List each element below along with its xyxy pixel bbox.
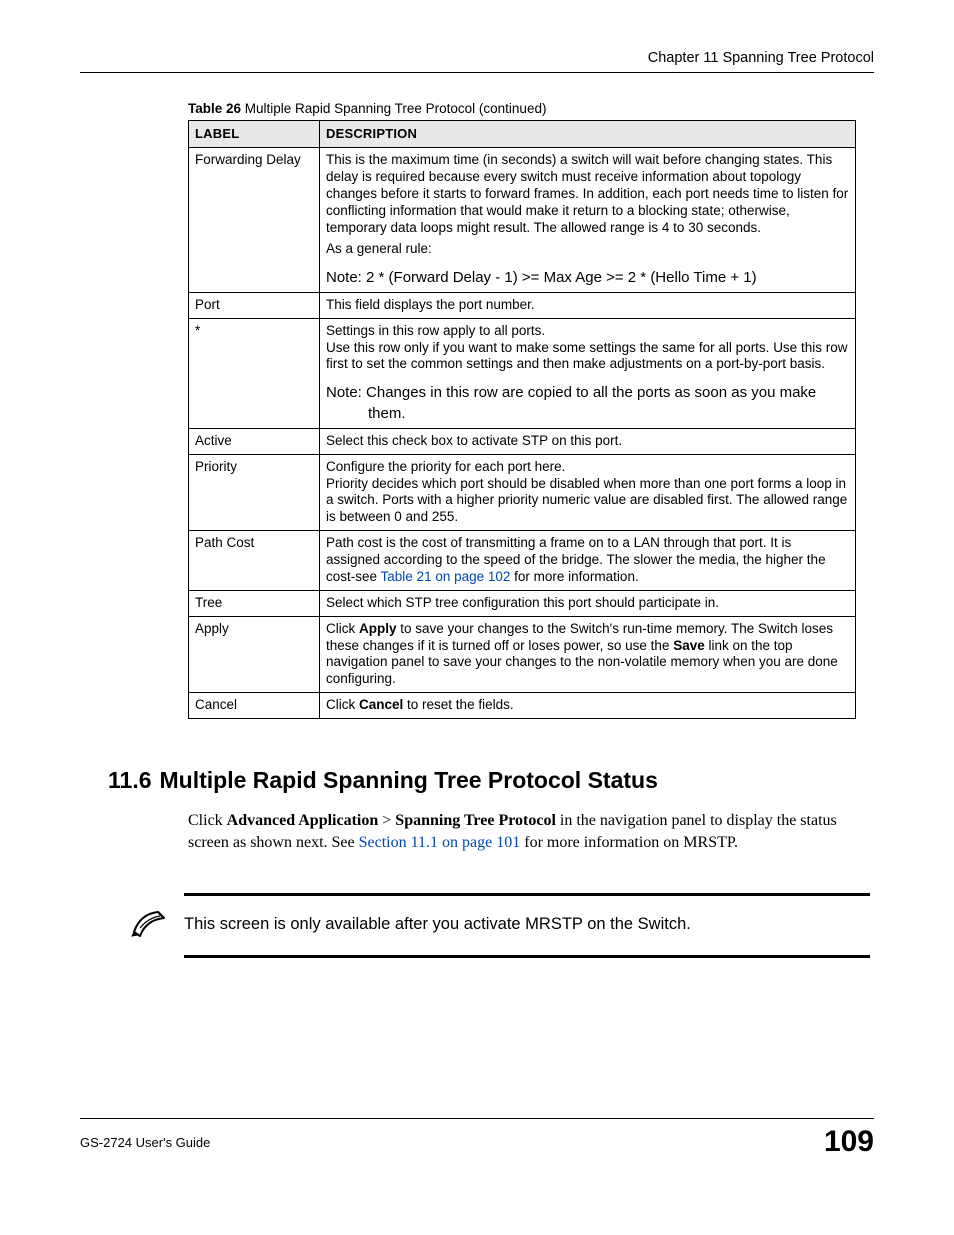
row-label: * — [189, 318, 320, 428]
row-label: Priority — [189, 454, 320, 531]
table-row: Cancel Click Cancel to reset the fields. — [189, 693, 856, 719]
row-note: Note: 2 * (Forward Delay - 1) >= Max Age… — [326, 268, 849, 288]
row-desc: Select this check box to activate STP on… — [320, 428, 856, 454]
note-block: This screen is only available after you … — [130, 893, 870, 958]
table-row: Tree Select which STP tree configuration… — [189, 590, 856, 616]
table-caption-bold: Table 26 — [188, 101, 241, 116]
note-icon — [130, 906, 172, 943]
row-desc: This is the maximum time (in seconds) a … — [320, 148, 856, 293]
table-caption-rest: Multiple Rapid Spanning Tree Protocol (c… — [241, 101, 546, 116]
table-header-row: Label Description — [189, 121, 856, 148]
page-header: Chapter 11 Spanning Tree Protocol — [80, 50, 874, 73]
table-row: Active Select this check box to activate… — [189, 428, 856, 454]
page-footer: GS-2724 User's Guide 109 — [80, 1118, 874, 1159]
col-label: Label — [189, 121, 320, 148]
chapter-title: Chapter 11 Spanning Tree Protocol — [648, 50, 874, 66]
table-row: Path Cost Path cost is the cost of trans… — [189, 531, 856, 591]
section-title: Multiple Rapid Spanning Tree Protocol St… — [160, 767, 658, 793]
table-row: Priority Configure the priority for each… — [189, 454, 856, 531]
description-table: Label Description Forwarding Delay This … — [188, 120, 856, 719]
cross-ref-link[interactable]: Table 21 on page 102 — [381, 569, 511, 584]
row-desc: Path cost is the cost of transmitting a … — [320, 531, 856, 591]
row-desc: Click Cancel to reset the fields. — [320, 693, 856, 719]
note-bar-bottom — [184, 955, 870, 958]
table-caption: Table 26 Multiple Rapid Spanning Tree Pr… — [188, 101, 874, 116]
row-desc: Click Apply to save your changes to the … — [320, 616, 856, 693]
row-label: Apply — [189, 616, 320, 693]
col-description: Description — [320, 121, 856, 148]
table-row: Port This field displays the port number… — [189, 292, 856, 318]
body-paragraph: Click Advanced Application > Spanning Tr… — [188, 810, 856, 853]
section-number: 11.6 — [108, 767, 152, 793]
section-heading: 11.6 Multiple Rapid Spanning Tree Protoco… — [108, 767, 874, 794]
row-desc: Select which STP tree configuration this… — [320, 590, 856, 616]
table-row: * Settings in this row apply to all port… — [189, 318, 856, 428]
table-row: Forwarding Delay This is the maximum tim… — [189, 148, 856, 293]
row-label: Port — [189, 292, 320, 318]
cross-ref-link[interactable]: Section 11.1 on page 101 — [359, 834, 521, 851]
row-label: Tree — [189, 590, 320, 616]
row-label: Forwarding Delay — [189, 148, 320, 293]
row-desc: Settings in this row apply to all ports.… — [320, 318, 856, 428]
page-number: 109 — [824, 1125, 874, 1159]
table-row: Apply Click Apply to save your changes t… — [189, 616, 856, 693]
row-desc: Configure the priority for each port her… — [320, 454, 856, 531]
row-label: Path Cost — [189, 531, 320, 591]
row-note: Note: Changes in this row are copied to … — [326, 383, 849, 424]
row-label: Active — [189, 428, 320, 454]
row-label: Cancel — [189, 693, 320, 719]
note-text: This screen is only available after you … — [184, 914, 691, 935]
footer-guide-name: GS-2724 User's Guide — [80, 1135, 210, 1150]
row-desc: This field displays the port number. — [320, 292, 856, 318]
